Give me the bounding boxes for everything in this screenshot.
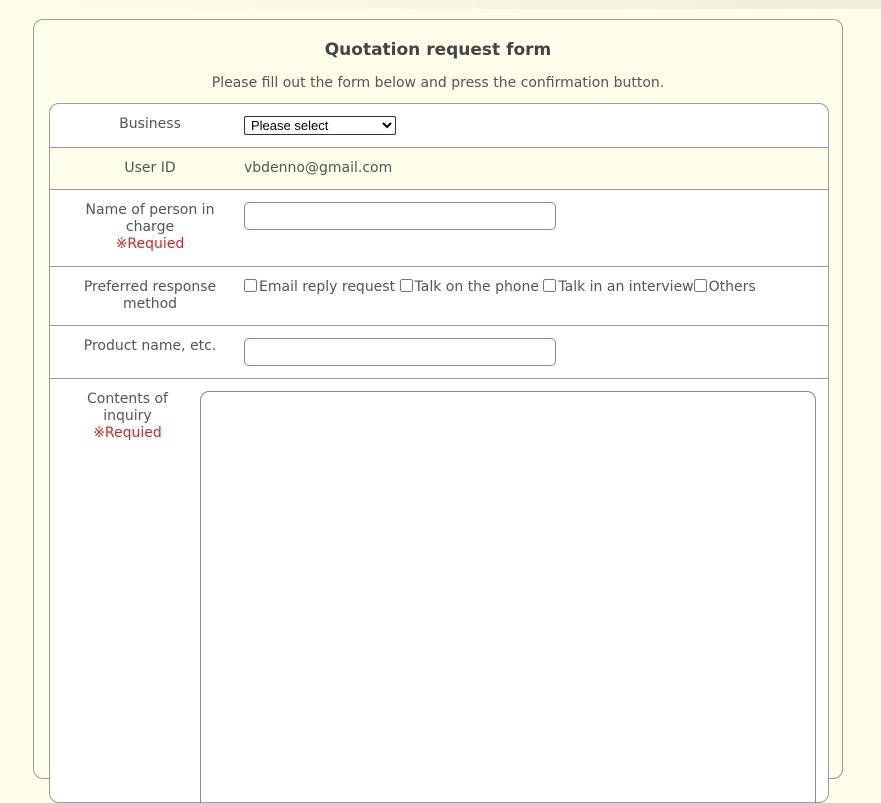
contents-required-mark: ※Requied (93, 425, 162, 441)
contents-label: Contents of inquiry (87, 391, 168, 424)
response-label: Preferred response method (83, 279, 217, 312)
business-label: Business (119, 116, 181, 132)
email-reply-label: Email reply request (259, 279, 396, 295)
person-label: Name of person in charge (85, 202, 215, 235)
person-required-mark: ※Requied (115, 236, 185, 252)
product-name-input[interactable] (244, 338, 556, 366)
product-field (244, 338, 556, 366)
others-label: Others (708, 279, 756, 295)
person-in-charge-input[interactable] (244, 202, 556, 230)
option-interview[interactable]: Talk in an interview (543, 279, 694, 295)
option-phone[interactable]: Talk on the phone (399, 279, 539, 295)
phone-label: Talk on the phone (414, 279, 539, 295)
option-email[interactable]: Email reply request (244, 279, 395, 295)
row-user-id: User ID vbdenno@gmail.com (50, 148, 828, 190)
contents-label-block: Contents of inquiry ※Requied (70, 391, 185, 442)
user-id-value: vbdenno@gmail.com (244, 160, 393, 176)
interview-checkbox[interactable] (543, 279, 557, 292)
form-title: Quotation request form (324, 40, 552, 60)
row-business: Business Please select (50, 104, 828, 148)
option-others[interactable]: Others (693, 279, 756, 295)
product-label: Product name, etc. (83, 338, 217, 354)
row-product-name: Product name, etc. (50, 326, 828, 379)
top-strip (0, 0, 881, 9)
row-person-in-charge: Name of person in charge ※Requied (50, 190, 828, 267)
email-reply-checkbox[interactable] (244, 279, 257, 292)
user-id-label: User ID (124, 160, 176, 176)
business-select[interactable]: Please select (244, 116, 396, 135)
form-table: Business Please select User ID vbdenno@g… (49, 103, 829, 803)
response-options: Email reply request Talk on the phone Ta… (244, 279, 756, 295)
others-checkbox[interactable] (693, 279, 707, 292)
interview-label: Talk in an interview (558, 279, 694, 295)
person-field (244, 202, 556, 230)
form-panel: Quotation request form Please fill out t… (33, 19, 843, 803)
row-response-method: Preferred response method Email reply re… (50, 267, 828, 326)
phone-checkbox[interactable] (399, 279, 413, 292)
form-subtitle: Please fill out the form below and press… (211, 75, 665, 91)
business-field: Please select (244, 116, 396, 135)
row-contents: Contents of inquiry ※Requied (50, 379, 828, 802)
person-label-block: Name of person in charge ※Requied (70, 202, 230, 253)
contents-textarea[interactable] (200, 391, 816, 802)
